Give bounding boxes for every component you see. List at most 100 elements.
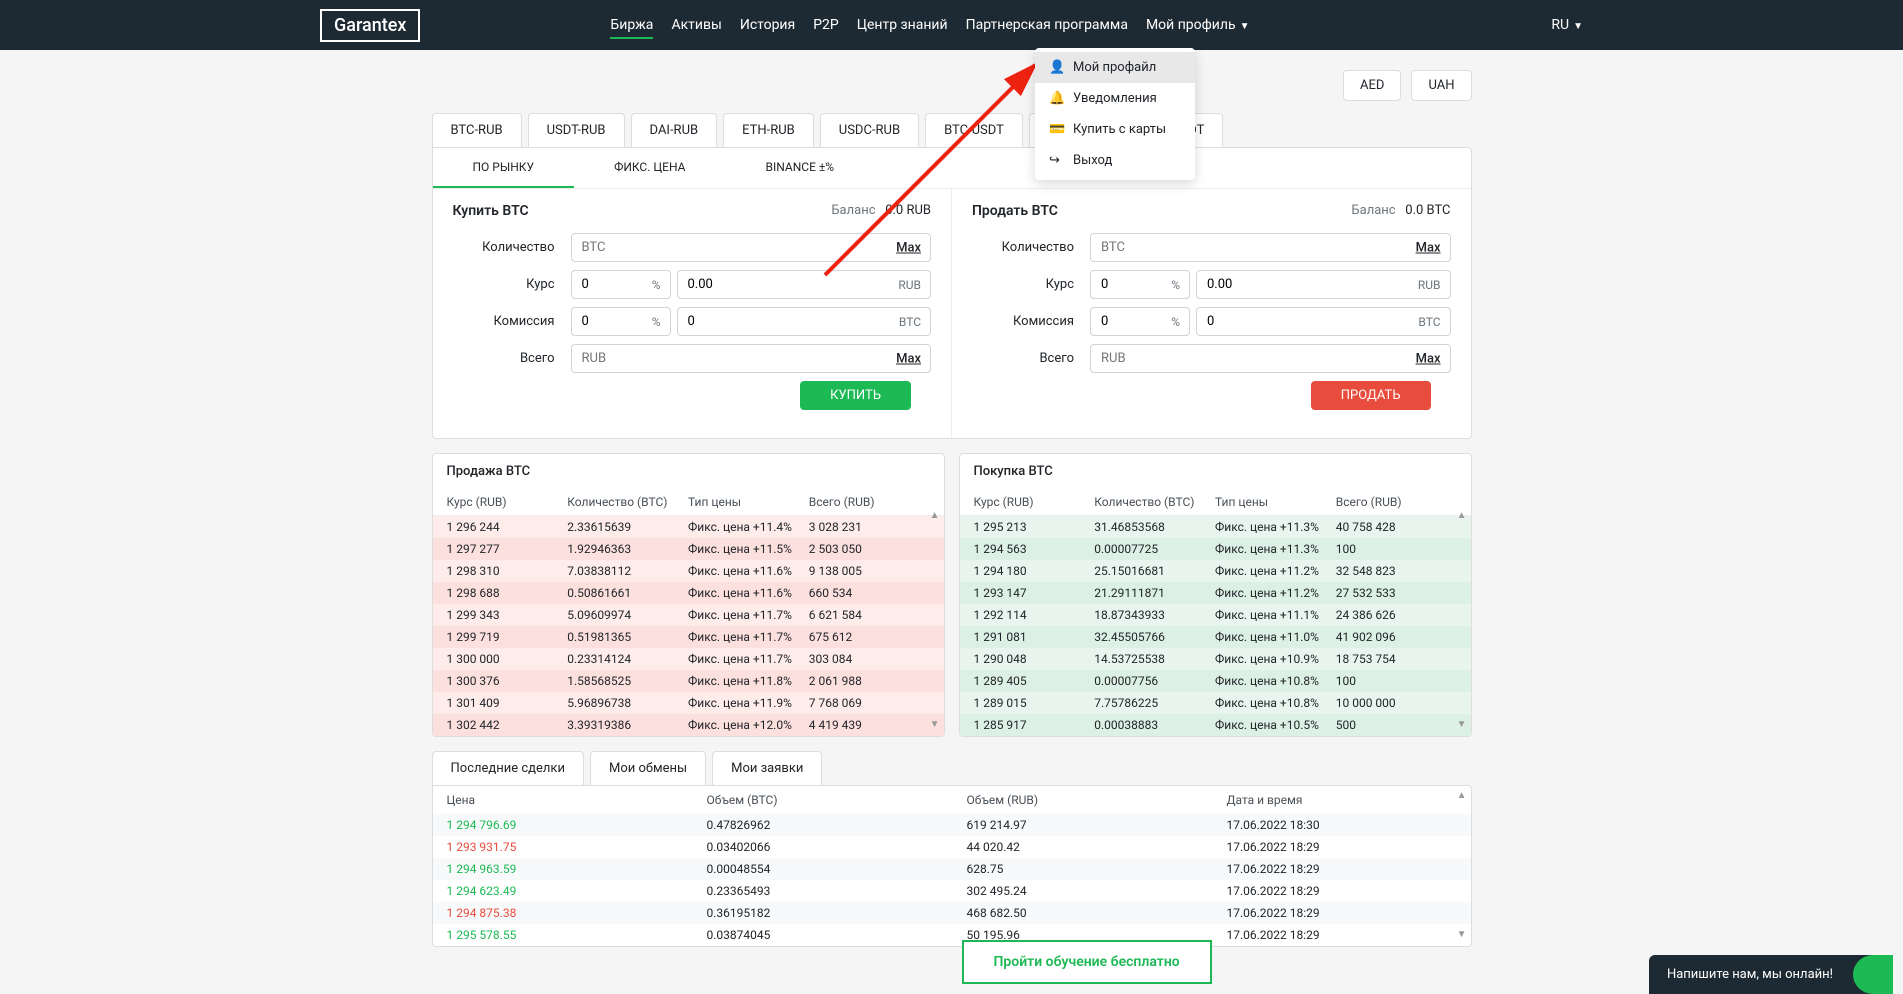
orderbook-row[interactable]: 1 295 21331.46853568Фикс. цена +11.3%40 … (960, 516, 1471, 538)
orderbook-row[interactable]: 1 296 2442.33615639Фикс. цена +11.4%3 02… (433, 516, 944, 538)
buy-button[interactable]: КУПИТЬ (800, 381, 911, 410)
training-banner[interactable]: Пройти обучение бесплатно (962, 940, 1212, 984)
scroll-down-icon[interactable]: ▼ (930, 719, 940, 730)
trade-row[interactable]: 1 295 578.550.0387404550 195.9617.06.202… (433, 924, 1471, 946)
orderbook-row[interactable]: 1 292 11418.87343933Фикс. цена +11.1%24 … (960, 604, 1471, 626)
orderbook-row[interactable]: 1 289 4050.00007756Фикс. цена +10.8%100 (960, 670, 1471, 692)
pair-tab[interactable]: DAI-RUB (631, 113, 718, 147)
nav-lang[interactable]: RU▼ (1551, 3, 1583, 47)
buy-section: Купить BTC Баланс 0.0 RUB Количество Max… (433, 189, 953, 438)
currency-tab-aed[interactable]: AED (1343, 70, 1401, 101)
scroll-up-icon[interactable]: ▲ (1457, 510, 1467, 521)
tab-my-orders[interactable]: Мои заявки (712, 751, 822, 785)
orderbook-buy: Покупка BTC Курс (RUB) Количество (BTC) … (959, 453, 1472, 737)
chat-widget[interactable]: Напишите нам, мы онлайн! (1649, 955, 1893, 994)
scroll-up-icon[interactable]: ▲ (930, 510, 940, 521)
sell-fee-val[interactable] (1196, 307, 1451, 336)
scroll-down-icon[interactable]: ▼ (1457, 719, 1467, 730)
buy-qty-input[interactable] (571, 233, 932, 262)
tab-my-swaps[interactable]: Мои обмены (590, 751, 706, 785)
trade-row[interactable]: 1 294 875.380.36195182468 682.5017.06.20… (433, 902, 1471, 924)
buy-rate-val[interactable] (677, 270, 932, 299)
trades-panel: Цена Объем (BTC) Объем (RUB) Дата и врем… (432, 785, 1472, 947)
nav-assets[interactable]: Активы (671, 3, 721, 47)
bell-icon: 🔔 (1049, 91, 1063, 106)
scroll-up-icon[interactable]: ▲ (1457, 790, 1467, 801)
chevron-down-icon: ▼ (1573, 21, 1583, 32)
orderbook-row[interactable]: 1 293 14721.29111871Фикс. цена +11.2%27 … (960, 582, 1471, 604)
trade-row[interactable]: 1 293 931.750.0340206644 020.4217.06.202… (433, 836, 1471, 858)
sell-balance-value: 0.0 BTC (1405, 203, 1450, 218)
trade-row[interactable]: 1 294 623.490.23365493302 495.2417.06.20… (433, 880, 1471, 902)
dropdown-logout[interactable]: ↪Выход (1035, 145, 1195, 176)
buy-qty-label: Количество (453, 240, 563, 255)
orderbook-buy-title: Покупка BTC (960, 454, 1471, 489)
buy-fee-val[interactable] (677, 307, 932, 336)
nav-p2p[interactable]: P2P (813, 3, 839, 47)
mode-binance[interactable]: BINANCE ±% (725, 148, 874, 188)
buy-qty-max[interactable]: Max (896, 240, 921, 255)
nav-history[interactable]: История (740, 3, 795, 47)
profile-dropdown: 👤Мой профайл 🔔Уведомления 💳Купить с карт… (1035, 48, 1195, 180)
pair-tab[interactable]: BTC-RUB (432, 113, 522, 147)
logout-icon: ↪ (1049, 153, 1063, 168)
orderbook-row[interactable]: 1 298 6880.50861661Фикс. цена +11.6%660 … (433, 582, 944, 604)
pair-tab[interactable]: ETH-RUB (723, 113, 814, 147)
pair-tab[interactable]: USDC-RUB (820, 113, 919, 147)
sell-total-input[interactable] (1090, 344, 1451, 373)
orderbook-row[interactable]: 1 301 4095.96896738Фикс. цена +11.9%7 76… (433, 692, 944, 714)
orderbook-row[interactable]: 1 302 4423.39319386Фикс. цена +12.0%4 41… (433, 714, 944, 736)
sell-section: Продать BTC Баланс 0.0 BTC Количество Ma… (952, 189, 1471, 438)
dropdown-notifications[interactable]: 🔔Уведомления (1035, 83, 1195, 114)
sell-balance-label: Баланс (1351, 203, 1395, 218)
buy-rate-label: Курс (453, 277, 563, 292)
pair-tab[interactable]: BTC-USDT (925, 113, 1023, 147)
orderbook-sell: Продажа BTC Курс (RUB) Количество (BTC) … (432, 453, 945, 737)
pair-tab[interactable]: USDT-RUB (528, 113, 625, 147)
dropdown-profile[interactable]: 👤Мой профайл (1035, 52, 1195, 83)
orderbook-row[interactable]: 1 285 9170.00038883Фикс. цена +10.5%500 (960, 714, 1471, 736)
mode-fixed[interactable]: ФИКС. ЦЕНА (574, 148, 725, 188)
mode-market[interactable]: ПО РЫНКУ (433, 148, 575, 188)
dropdown-buy-card[interactable]: 💳Купить с карты (1035, 114, 1195, 145)
chevron-down-icon: ▼ (1240, 21, 1250, 32)
buy-balance-label: Баланс (831, 203, 875, 218)
currency-tab-uah[interactable]: UAH (1411, 70, 1471, 101)
sell-fee-label: Комиссия (972, 314, 1082, 329)
navbar: Garantex Биржа Активы История P2P Центр … (0, 0, 1903, 50)
orderbook-row[interactable]: 1 289 0157.75786225Фикс. цена +10.8%10 0… (960, 692, 1471, 714)
trade-row[interactable]: 1 294 963.590.00048554628.7517.06.2022 1… (433, 858, 1471, 880)
card-icon: 💳 (1049, 122, 1063, 137)
nav-profile[interactable]: Мой профиль▼ (1146, 3, 1250, 47)
buy-total-input[interactable] (571, 344, 932, 373)
orderbook-sell-title: Продажа BTC (433, 454, 944, 489)
sell-total-max[interactable]: Max (1416, 351, 1441, 366)
sell-button[interactable]: ПРОДАТЬ (1311, 381, 1431, 410)
brand-logo[interactable]: Garantex (320, 9, 420, 42)
orderbook-row[interactable]: 1 299 7190.51981365Фикс. цена +11.7%675 … (433, 626, 944, 648)
orderbook-row[interactable]: 1 294 5630.00007725Фикс. цена +11.3%100 (960, 538, 1471, 560)
trade-row[interactable]: 1 294 796.690.47826962619 214.9717.06.20… (433, 814, 1471, 836)
nav-partner[interactable]: Партнерская программа (966, 3, 1128, 47)
scroll-down-icon[interactable]: ▼ (1457, 929, 1467, 940)
orderbook-row[interactable]: 1 300 0000.23314124Фикс. цена +11.7%303 … (433, 648, 944, 670)
orderbook-row[interactable]: 1 291 08132.45505766Фикс. цена +11.0%41 … (960, 626, 1471, 648)
orderbook-row[interactable]: 1 298 3107.03838112Фикс. цена +11.6%9 13… (433, 560, 944, 582)
sell-qty-max[interactable]: Max (1416, 240, 1441, 255)
pair-tabs: BTC-RUB USDT-RUB DAI-RUB ETH-RUB USDC-RU… (432, 113, 1472, 147)
nav-exchange[interactable]: Биржа (610, 3, 653, 47)
orderbook-row[interactable]: 1 300 3761.58568525Фикс. цена +11.8%2 06… (433, 670, 944, 692)
orderbook-row[interactable]: 1 297 2771.92946363Фикс. цена +11.5%2 50… (433, 538, 944, 560)
buy-balance-value: 0.0 RUB (885, 203, 931, 218)
sell-rate-val[interactable] (1196, 270, 1451, 299)
buy-total-max[interactable]: Max (896, 351, 921, 366)
sell-title: Продать BTC (972, 203, 1058, 219)
nav-knowledge[interactable]: Центр знаний (857, 3, 948, 47)
orderbook-row[interactable]: 1 299 3435.09609974Фикс. цена +11.7%6 62… (433, 604, 944, 626)
tab-recent-trades[interactable]: Последние сделки (432, 751, 584, 785)
sell-qty-input[interactable] (1090, 233, 1451, 262)
user-icon: 👤 (1049, 60, 1063, 75)
orderbook-row[interactable]: 1 290 04814.53725538Фикс. цена +10.9%18 … (960, 648, 1471, 670)
sell-total-label: Всего (972, 351, 1082, 366)
orderbook-row[interactable]: 1 294 18025.15016681Фикс. цена +11.2%32 … (960, 560, 1471, 582)
